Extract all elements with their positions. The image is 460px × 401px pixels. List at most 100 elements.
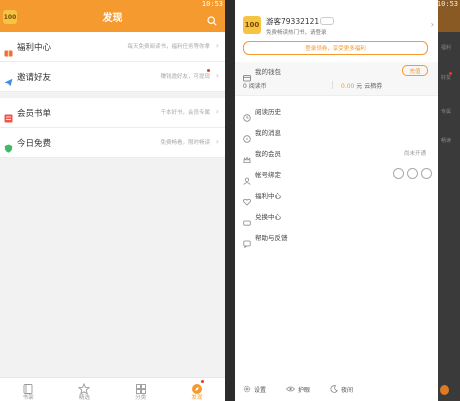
help-icon — [243, 233, 251, 249]
tab-label: 发现 — [191, 395, 203, 401]
qq-icon[interactable] — [407, 168, 418, 179]
night-mode-label: 夜间 — [341, 386, 354, 394]
star-icon — [78, 380, 91, 395]
clock-icon — [243, 107, 251, 122]
bookshelf-icon — [22, 380, 34, 394]
menu-item-label: 兑换中心 — [255, 213, 281, 221]
top-bar: 100 10:53 发现 — [0, 0, 225, 32]
page-title: 发现 — [102, 13, 123, 24]
tab-discover[interactable]: 发现 — [169, 378, 225, 401]
eye-icon — [286, 386, 296, 392]
drawer-screen: 10:53 福利 好友 专属 畅读 100 游客79332121 免费畅读热门书… — [235, 0, 460, 401]
bind-providers — [393, 168, 432, 179]
list-item-label: 邀请好友 — [17, 73, 52, 83]
list-item-desc: 赚钱邀好友，可提现 — [160, 74, 210, 80]
settings-label: 设置 — [254, 386, 267, 394]
menu-item-messages[interactable]: 我的消息 — [235, 122, 438, 143]
list-item-vip-books[interactable]: 会员书单 千本好书，会员专属 › — [0, 98, 225, 128]
menu-item-redeem[interactable]: 兑换中心 — [235, 206, 438, 227]
list-item-label: 今日免费 — [17, 139, 52, 149]
coin-balance[interactable]: 0 阅读币 — [243, 81, 267, 90]
user-subtitle: 免费畅读热门书，请登录 — [266, 30, 327, 36]
crown-icon — [243, 149, 251, 163]
tab-label: 书架 — [22, 395, 34, 401]
menu-item-label: 阅读历史 — [255, 108, 281, 116]
moon-icon — [330, 385, 338, 393]
avatar[interactable]: 100 — [243, 16, 261, 34]
chevron-right-icon: › — [215, 71, 219, 80]
weibo-icon[interactable] — [421, 168, 432, 179]
screen-divider — [225, 0, 235, 401]
notification-dot — [207, 69, 210, 72]
list-item-desc: 免费畅看，限时畅读 — [160, 140, 210, 146]
tab-bookshelf[interactable]: 书架 — [0, 378, 56, 401]
menu-item-welfare[interactable]: 福利中心 — [235, 185, 438, 206]
chevron-right-icon: › — [215, 41, 219, 50]
peek-text: 好友 — [441, 75, 452, 81]
gift-icon — [4, 42, 13, 57]
gear-icon — [243, 385, 251, 393]
discover-list: 福利中心 每天免费阅读书，福利任务等你拿 › 邀请好友 赚钱邀好友，可提现 › … — [0, 32, 225, 158]
status-time: 10:53 — [201, 0, 223, 8]
username: 游客79332121 — [266, 17, 320, 26]
menu-item-membership[interactable]: 我的会员 尚未开通 — [235, 143, 438, 164]
tab-category[interactable]: 分类 — [113, 378, 169, 401]
wallet-section: 我的钱包 充值 0 阅读币 0.00 元 云栖券 — [235, 62, 438, 96]
menu-item-label: 我的消息 — [255, 129, 281, 137]
side-drawer: 100 游客79332121 免费畅读热门书，请登录 › 登录领券，享受更多福利… — [235, 0, 438, 401]
book-list-icon — [4, 108, 13, 123]
shield-icon — [4, 138, 13, 153]
list-item-label: 会员书单 — [17, 109, 52, 119]
grid-icon — [135, 380, 147, 394]
user-header[interactable]: 100 游客79332121 免费畅读热门书，请登录 › 登录领券，享受更多福利 — [235, 0, 438, 62]
heart-icon — [243, 191, 251, 206]
list-item-label: 福利中心 — [17, 43, 52, 53]
list-item-free-today[interactable]: 今日免费 免费畅看，限时畅读 › — [0, 128, 225, 158]
settings-button[interactable]: 设置 — [243, 385, 266, 394]
eye-care-label: 护眼 — [298, 386, 311, 394]
divider — [332, 81, 333, 89]
recharge-button[interactable]: 充值 — [402, 65, 428, 76]
menu-item-label: 我的会员 — [255, 150, 281, 158]
membership-status: 尚未开通 — [403, 151, 426, 157]
tab-label: 精选 — [78, 395, 90, 401]
bottom-tab-bar: 书架 精选 分类 发现 — [0, 377, 225, 401]
voucher-amount: 0.00 — [341, 83, 355, 90]
discover-tab-peek — [440, 385, 449, 395]
voucher-balance[interactable]: 0.00 元 云栖券 — [341, 81, 382, 90]
tab-label: 分类 — [135, 395, 147, 401]
voucher-unit: 元 云栖券 — [356, 83, 383, 90]
eye-care-button[interactable]: 护眼 — [286, 385, 310, 394]
list-item-invite[interactable]: 邀请好友 赚钱邀好友，可提现 › — [0, 62, 225, 92]
wallet-label: 我的钱包 — [255, 68, 281, 76]
drawer-footer: 设置 护眼 夜间 — [235, 377, 438, 401]
discover-screen: 100 10:53 发现 福利中心 每天免费阅读书，福利任务等你拿 › 邀请好友… — [0, 0, 225, 401]
level-badge — [320, 17, 334, 25]
notification-dot — [449, 72, 452, 75]
search-icon[interactable] — [207, 11, 217, 30]
menu-item-label: 帮助与反馈 — [255, 234, 288, 242]
notification-dot — [200, 380, 204, 383]
menu-item-account-binding[interactable]: 帐号绑定 — [235, 164, 438, 185]
status-time: 10:53 — [436, 0, 458, 8]
tab-featured[interactable]: 精选 — [56, 378, 112, 401]
list-item-desc: 每天免费阅读书，福利任务等你拿 — [127, 44, 210, 50]
menu-item-label: 帐号绑定 — [255, 171, 281, 179]
list-item-welfare[interactable]: 福利中心 每天免费阅读书，福利任务等你拿 › — [0, 32, 225, 62]
chevron-right-icon: › — [215, 107, 219, 116]
wechat-icon[interactable] — [393, 168, 404, 179]
peek-text: 畅读 — [441, 138, 452, 144]
user-icon — [243, 170, 251, 185]
background-page-peek: 10:53 福利 好友 专属 畅读 — [436, 0, 460, 401]
message-icon — [243, 128, 251, 143]
chevron-right-icon: › — [430, 20, 434, 29]
menu-item-history[interactable]: 阅读历史 — [235, 101, 438, 122]
menu-item-help[interactable]: 帮助与反馈 — [235, 227, 438, 249]
ticket-icon — [243, 212, 251, 226]
peek-text: 专属 — [441, 109, 452, 115]
night-mode-button[interactable]: 夜间 — [330, 385, 353, 394]
paper-plane-icon — [4, 72, 13, 87]
chevron-right-icon: › — [215, 137, 219, 146]
login-button[interactable]: 登录领券，享受更多福利 — [243, 41, 428, 55]
menu-item-label: 福利中心 — [255, 192, 281, 200]
